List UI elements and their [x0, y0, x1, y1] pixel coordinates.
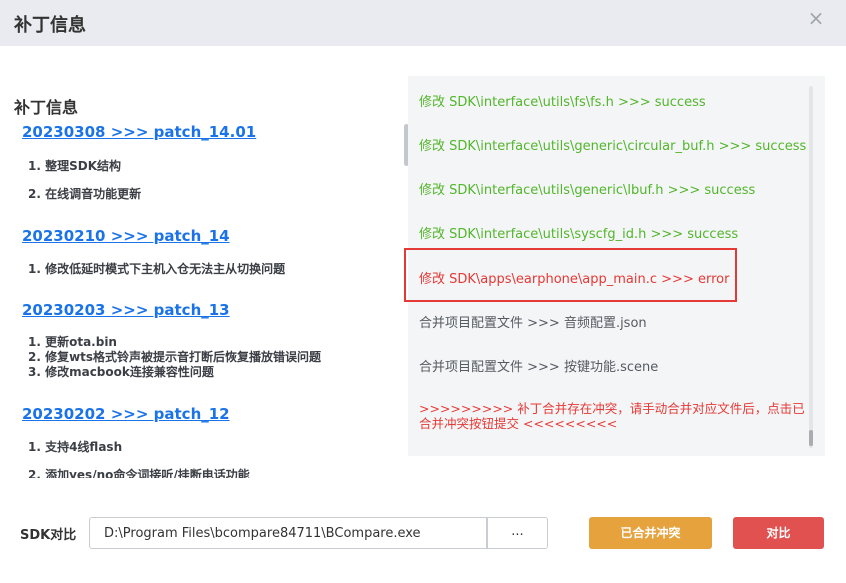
log-line-success: 修改 SDK\interface\utils\generic\lbuf.h >>… [419, 183, 756, 198]
compare-button[interactable]: 对比 [733, 517, 824, 549]
log-line-info: 合并项目配置文件 >>> 按键功能.scene [419, 360, 659, 375]
log-line-conflict: >>>>>>>>> 补丁合并存在冲突，请手动合并对应文件后，点击已合并冲突按钮提… [419, 401, 805, 431]
patch-item: 3. 修改macbook连接兼容性问题 [28, 365, 214, 379]
log-scrollbar-thumb[interactable] [809, 430, 813, 446]
patch-link-20230202[interactable]: 20230202 >>> patch_12 [22, 405, 230, 423]
patch-link-20230203[interactable]: 20230203 >>> patch_13 [22, 301, 230, 319]
sdk-path-input[interactable] [89, 517, 487, 549]
patch-item: 1. 整理SDK结构 [28, 159, 121, 173]
patch-item: 1. 支持4线flash [28, 440, 123, 454]
patch-link-20230308[interactable]: 20230308 >>> patch_14.01 [22, 123, 256, 141]
dialog-titlebar: 补丁信息 × [0, 0, 846, 46]
browse-button[interactable]: ... [487, 517, 548, 549]
patch-link-20230210[interactable]: 20230210 >>> patch_14 [22, 227, 230, 245]
patch-info-heading: 补丁信息 [14, 98, 79, 117]
patch-item: 2. 在线调音功能更新 [28, 187, 142, 201]
log-line-success: 修改 SDK\interface\utils\generic\circular_… [419, 139, 807, 154]
patch-item: 1. 修改低延时模式下主机入仓无法主从切换问题 [28, 262, 286, 276]
close-icon[interactable]: × [806, 8, 826, 28]
sdk-compare-label: SDK对比 [20, 528, 77, 543]
patch-item: 2. 添加yes/no命令词接听/挂断电话功能 [28, 468, 250, 478]
merged-conflict-button[interactable]: 已合并冲突 [589, 517, 712, 549]
log-scrollbar-track[interactable] [809, 86, 813, 448]
log-line-info: 合并项目配置文件 >>> 音频配置.json [419, 316, 647, 331]
log-line-success: 修改 SDK\interface\utils\fs\fs.h >>> succe… [419, 95, 706, 110]
patch-list[interactable]: 20230308 >>> patch_14.01 1. 整理SDK结构 2. 在… [14, 118, 399, 478]
dialog-title: 补丁信息 [14, 15, 86, 36]
log-line-success: 修改 SDK\interface\utils\syscfg_id.h >>> s… [419, 227, 739, 242]
error-highlight-box [404, 248, 737, 302]
